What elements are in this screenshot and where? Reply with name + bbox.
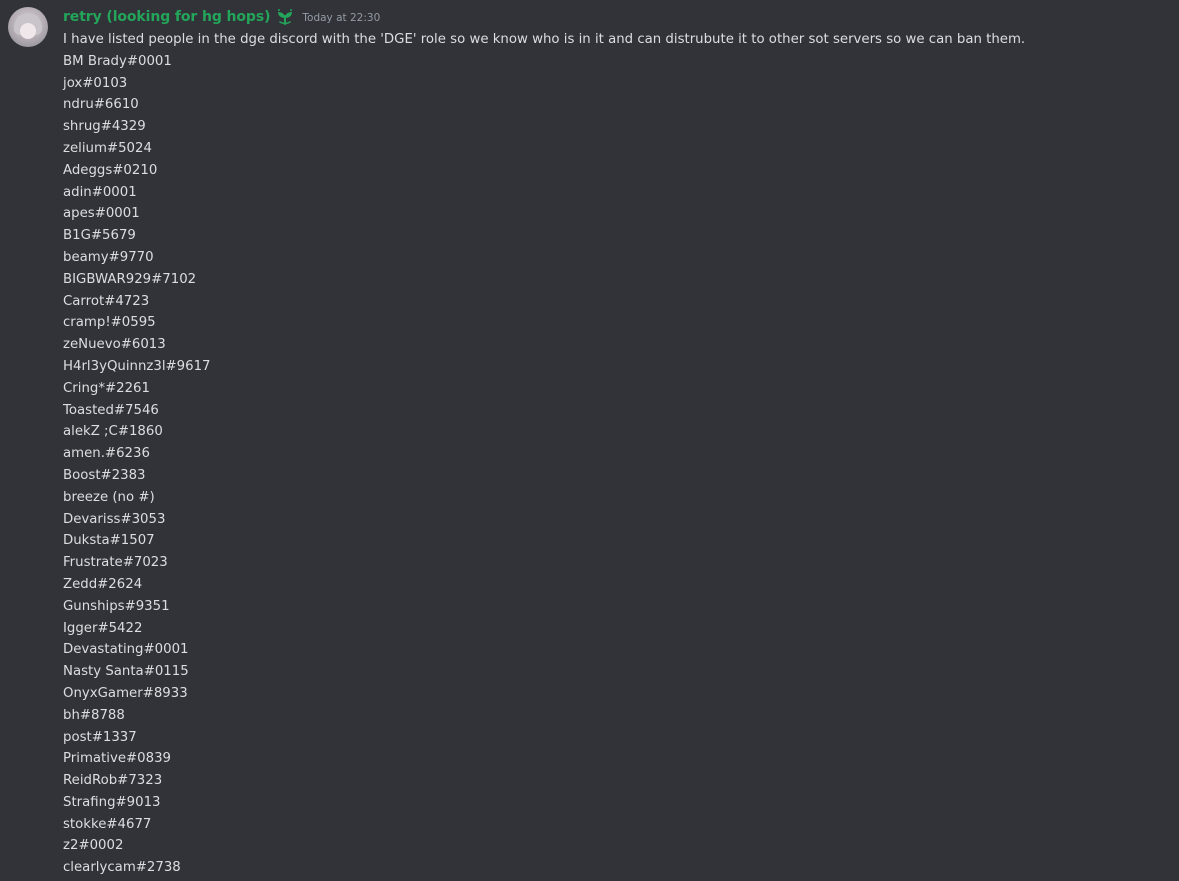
member-line: Adeggs#0210 — [63, 162, 158, 178]
member-line: Cring*#2261 — [63, 380, 150, 396]
member-line: Primative#0839 — [63, 751, 171, 767]
username[interactable]: retry (looking for hg hops) — [63, 9, 270, 25]
member-line: adin#0001 — [63, 184, 137, 200]
member-line: shrug#4329 — [63, 119, 146, 135]
member-line: post#1337 — [63, 729, 137, 745]
member-line: ndru#6610 — [63, 97, 139, 113]
member-line: OnyxGamer#8933 — [63, 685, 188, 701]
member-line: bh#8788 — [63, 707, 125, 723]
member-line: stokke#4677 — [63, 816, 152, 832]
member-line: BIGBWAR929#7102 — [63, 271, 197, 287]
member-line: Devariss#3053 — [63, 511, 166, 527]
member-line: Duksta#1507 — [63, 533, 155, 549]
avatar[interactable] — [8, 7, 48, 47]
member-line: zelium#5024 — [63, 140, 152, 156]
member-line: Boost#2383 — [63, 467, 146, 483]
member-line: alekZ ;C#1860 — [63, 424, 163, 440]
member-line: Zedd#2624 — [63, 576, 143, 592]
member-line: zeNuevo#6013 — [63, 337, 166, 353]
member-line: Toasted#7546 — [63, 402, 159, 418]
message-header: retry (looking for hg hops) Today at 22:… — [63, 7, 380, 27]
member-line: H4rl3yQuinnz3l#9617 — [63, 358, 211, 374]
timestamp[interactable]: Today at 22:30 — [302, 12, 380, 24]
avatar-face — [20, 23, 36, 39]
member-line: BM Brady#0001 — [63, 53, 172, 69]
member-line: jox#0103 — [63, 75, 128, 91]
member-line: Strafing#9013 — [63, 794, 161, 810]
member-line: clearlycam#2738 — [63, 860, 181, 876]
member-line: apes#0001 — [63, 206, 140, 222]
message-intro-text: I have listed people in the dge discord … — [63, 32, 1026, 47]
member-line: cramp!#0595 — [63, 315, 156, 331]
member-line: Nasty Santa#0115 — [63, 664, 189, 680]
member-line: Carrot#4723 — [63, 293, 150, 309]
member-line: breeze (no #) — [63, 489, 155, 505]
member-line: Devastating#0001 — [63, 642, 189, 658]
member-line: Gunships#9351 — [63, 598, 170, 614]
member-line: B1G#5679 — [63, 228, 136, 244]
member-line: beamy#9770 — [63, 249, 154, 265]
chat-message: retry (looking for hg hops) Today at 22:… — [0, 0, 1179, 881]
member-line: Igger#5422 — [63, 620, 143, 636]
message-content: I have listed people in the dge discord … — [63, 29, 1163, 879]
member-line: z2#0002 — [63, 838, 124, 854]
sprout-icon[interactable] — [275, 8, 295, 26]
member-line: ReidRob#7323 — [63, 773, 163, 789]
member-list: BM Brady#0001 jox#0103 ndru#6610 shrug#4329… — [63, 51, 1163, 879]
member-line: Frustrate#7023 — [63, 555, 168, 571]
member-line: amen.#6236 — [63, 446, 150, 462]
